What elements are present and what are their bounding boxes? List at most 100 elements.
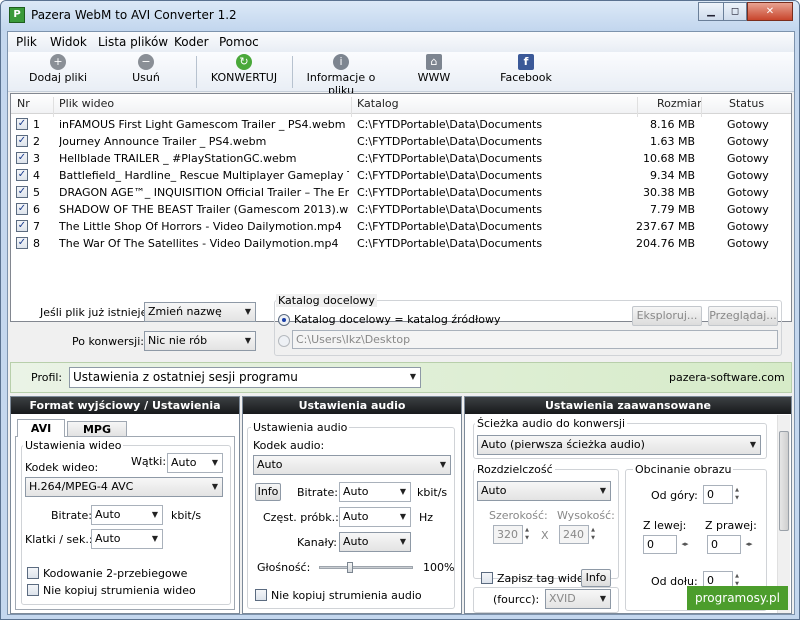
facebook-button[interactable]: f Facebook — [498, 54, 554, 84]
profile-select[interactable]: Ustawienia z ostatniej sesji programu ▼ — [69, 367, 421, 388]
threads-select[interactable]: Auto ▼ — [167, 453, 223, 473]
crop-left-input[interactable]: 0 — [643, 535, 677, 554]
video-panel: Format wyjściowy / Ustawienia wideo AVI … — [10, 396, 240, 614]
dropdown-arrow-icon: ▼ — [211, 482, 218, 491]
row-dir: C:\FYTDPortable\Data\Documents — [357, 152, 543, 165]
column-dir[interactable]: Katalog — [357, 97, 399, 110]
volume-value: 100% — [423, 561, 455, 574]
row-checkbox[interactable]: ✓ — [16, 186, 28, 198]
table-row[interactable]: ✓ 3 Hellblade TRAILER _ #PlayStationGC.web… — [11, 150, 791, 167]
channels-select[interactable]: Auto ▼ — [339, 532, 411, 552]
table-row[interactable]: ✓ 4 Battlefield_ Hardline_ Rescue Multipla… — [11, 167, 791, 184]
crop-right-input[interactable]: 0 — [707, 535, 741, 554]
after-conversion-select[interactable]: Nic nie rób ▼ — [144, 331, 256, 351]
advanced-scrollbar[interactable] — [777, 415, 790, 613]
twopass-checkbox[interactable] — [27, 567, 39, 579]
maximize-button[interactable]: ◻ — [723, 2, 747, 21]
audio-codec-select[interactable]: Auto ▼ — [253, 455, 451, 475]
row-checkbox[interactable]: ✓ — [16, 152, 28, 164]
fourcc-select[interactable]: XVID ▼ — [545, 589, 611, 609]
no-copy-audio-label: Nie kopiuj strumienia audio — [271, 589, 422, 602]
menu-pomoc[interactable]: Pomoc — [219, 35, 259, 49]
table-row[interactable]: ✓ 7 The Little Shop Of Horrors - Video Dai… — [11, 218, 791, 235]
audio-bitrate-select[interactable]: Auto ▼ — [339, 482, 411, 502]
row-checkbox[interactable]: ✓ — [16, 237, 28, 249]
dropdown-arrow-icon: ▼ — [409, 372, 416, 381]
volume-slider-thumb[interactable] — [347, 562, 354, 573]
close-button[interactable]: ✕ — [747, 2, 793, 21]
advanced-scrollbar-thumb[interactable] — [779, 431, 789, 531]
menu-plik[interactable]: Plik — [16, 35, 37, 49]
menu-widok[interactable]: Widok — [50, 35, 87, 49]
no-copy-audio-checkbox[interactable] — [255, 589, 267, 601]
toolbar-separator — [196, 56, 197, 88]
audio-info-button[interactable]: Info — [255, 483, 281, 501]
row-dir: C:\FYTDPortable\Data\Documents — [357, 135, 543, 148]
table-row[interactable]: ✓ 5 DRAGON AGE™_ INQUISITION Official Trai… — [11, 184, 791, 201]
row-size: 204.76 MB — [635, 237, 695, 250]
table-row[interactable]: ✓ 8 The War Of The Satellites - Video Dail… — [11, 235, 791, 252]
explore-button[interactable]: Eksploruj... — [632, 306, 702, 326]
row-checkbox[interactable]: ✓ — [16, 135, 28, 147]
custom-dir-input[interactable]: C:\Users\Ikz\Desktop — [292, 330, 778, 349]
row-size: 1.63 MB — [649, 135, 695, 148]
row-size: 30.38 MB — [642, 186, 695, 199]
row-checkbox[interactable]: ✓ — [16, 220, 28, 232]
column-nr[interactable]: Nr — [17, 97, 30, 110]
window-title: Pazera WebM to AVI Converter 1.2 — [31, 8, 237, 22]
convert-button[interactable]: ↻ KONWERTUJ — [208, 54, 280, 84]
dropdown-arrow-icon: ▼ — [211, 458, 218, 467]
width-input[interactable]: 320 — [493, 525, 523, 544]
plus-icon: + — [50, 54, 66, 70]
www-button[interactable]: ⌂ WWW — [414, 54, 454, 84]
table-row[interactable]: ✓ 6 SHADOW OF THE BEAST Trailer (Gamescom … — [11, 201, 791, 218]
crop-top-input[interactable]: 0 — [703, 485, 733, 504]
info-icon: i — [333, 54, 349, 70]
row-checkbox[interactable]: ✓ — [16, 169, 28, 181]
menu-lista-plikow[interactable]: Lista plików — [98, 35, 168, 49]
file-info-button[interactable]: i Informacje o pliku — [296, 54, 386, 97]
if-exists-select[interactable]: Zmień nazwę ▼ — [144, 302, 256, 322]
crop-right-spinner[interactable]: ◂▸ — [741, 536, 757, 553]
save-tag-checkbox[interactable] — [481, 572, 493, 584]
row-file: SHADOW OF THE BEAST Trailer (Gamescom 20… — [59, 203, 349, 216]
column-file[interactable]: Plik wideo — [59, 97, 114, 110]
table-row[interactable]: ✓ 1 inFAMOUS First Light Gamescom Trailer … — [11, 116, 791, 133]
tab-avi[interactable]: AVI — [17, 419, 65, 437]
resolution-select[interactable]: Auto ▼ — [477, 481, 611, 501]
tab-mpg[interactable]: MPG — [67, 421, 127, 437]
crop-left-spinner[interactable]: ◂▸ — [677, 536, 693, 553]
minimize-button[interactable]: ▁ — [698, 2, 724, 21]
row-status: Gotowy — [727, 203, 769, 216]
height-spinner[interactable]: ▲ ▼ — [589, 526, 597, 543]
table-row[interactable]: ✓ 2 Journey Announce Trailer _ PS4.webm C:\… — [11, 133, 791, 150]
row-nr: 4 — [33, 169, 40, 182]
list-header: Nr Plik wideo Katalog Rozmiar Status — [11, 94, 791, 117]
video-codec-select[interactable]: H.264/MPEG-4 AVC ▼ — [25, 477, 223, 497]
fps-select[interactable]: Auto ▼ — [91, 529, 163, 549]
watermark: programosy.pl — [687, 586, 788, 610]
add-files-button[interactable]: + Dodaj pliki — [28, 54, 88, 84]
sample-rate-select[interactable]: Auto ▼ — [339, 507, 411, 527]
tag-info-button[interactable]: Info — [581, 569, 611, 587]
browse-button[interactable]: Przeglądaj... — [708, 306, 778, 326]
row-status: Gotowy — [727, 220, 769, 233]
width-spinner[interactable]: ▲ ▼ — [523, 526, 531, 543]
menu-koder[interactable]: Koder — [174, 35, 209, 49]
remove-button[interactable]: − Usuń — [126, 54, 166, 84]
row-checkbox[interactable]: ✓ — [16, 203, 28, 215]
file-list[interactable]: Nr Plik wideo Katalog Rozmiar Status ✓ 1 i… — [10, 93, 792, 322]
radio-custom-dir[interactable] — [278, 335, 290, 347]
site-link[interactable]: pazera-software.com — [669, 371, 785, 384]
crop-top-spinner[interactable]: ▲ ▼ — [733, 486, 741, 503]
column-status[interactable]: Status — [729, 97, 764, 110]
column-size[interactable]: Rozmiar — [657, 97, 702, 110]
radio-same-dir[interactable] — [278, 314, 290, 326]
height-input[interactable]: 240 — [559, 525, 589, 544]
audio-track-select[interactable]: Auto (pierwsza ścieżka audio) ▼ — [477, 435, 761, 455]
row-checkbox[interactable]: ✓ — [16, 118, 28, 130]
radio-same-dir-label: Katalog docelowy = katalog źródłowy — [294, 313, 501, 326]
video-bitrate-select[interactable]: Auto ▼ — [91, 505, 163, 525]
volume-slider[interactable] — [319, 566, 413, 569]
no-copy-video-checkbox[interactable] — [27, 584, 39, 596]
